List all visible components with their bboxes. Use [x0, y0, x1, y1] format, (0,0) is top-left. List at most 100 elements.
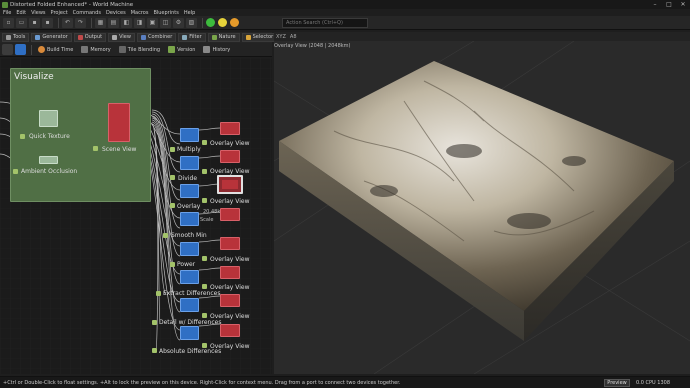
overlay-view-node-7[interactable] — [220, 294, 240, 307]
build-time-button[interactable]: Build Time — [35, 45, 76, 55]
status-bar: +Ctrl or Double-Click to float settings.… — [0, 376, 690, 388]
menu-devices[interactable]: Devices — [106, 10, 126, 16]
power-label: Power — [177, 261, 196, 268]
image-icon[interactable]: ▨ — [186, 17, 197, 28]
overlay-view-label-7: Overlay View — [210, 313, 250, 320]
overlay-view-label-2: Overlay View — [210, 168, 250, 175]
overlay-node[interactable] — [180, 184, 199, 198]
viewport-tool-a8[interactable]: A8 — [290, 34, 297, 40]
smooth-min-node[interactable] — [180, 212, 199, 226]
history-icon — [203, 46, 211, 53]
extract-differences-node[interactable] — [180, 270, 199, 284]
menu-blueprints[interactable]: Blueprints — [153, 10, 178, 16]
checkmark-icon — [168, 46, 176, 53]
graph-toolbar: Build Time Memory Tile Blending Version … — [0, 43, 272, 57]
3d-viewport[interactable] — [274, 41, 690, 374]
menu-edit[interactable]: Edit — [16, 10, 26, 16]
ambient-occlusion-label: Ambient Occlusion — [21, 168, 78, 175]
export-icon[interactable]: ▣ — [147, 17, 158, 28]
combiner-icon — [140, 35, 146, 40]
tab-output[interactable]: Output — [73, 33, 107, 42]
menu-project[interactable]: Project — [51, 10, 68, 16]
layout-icon[interactable]: ▦ — [95, 17, 106, 28]
tab-view[interactable]: View — [108, 33, 135, 42]
build-yellow-icon[interactable] — [218, 18, 227, 27]
power-node[interactable] — [180, 242, 199, 256]
undo-icon[interactable]: ↶ — [62, 17, 73, 28]
detail-differences-node[interactable] — [180, 298, 199, 312]
app-window: Distorted Folded Enhanced* - World Machi… — [0, 0, 690, 388]
tile-blending-button[interactable]: Tile Blending — [116, 45, 163, 55]
overlay-view-node-5[interactable] — [220, 237, 240, 250]
menu-help[interactable]: Help — [184, 10, 195, 16]
menu-commands[interactable]: Commands — [73, 10, 101, 16]
main-toolbar: ▫ ▭ ▪ ▪ ↶ ↷ ▦ ▤ ◧ ◨ ▣ ◫ ⚙ ▨ Action Searc… — [0, 16, 690, 30]
overlay-label: Overlay — [177, 203, 201, 210]
terrain-render — [274, 41, 690, 374]
history-button[interactable]: History — [200, 45, 233, 55]
settings-icon[interactable]: ⚙ — [173, 17, 184, 28]
window-title: Distorted Folded Enhanced* - World Machi… — [10, 1, 134, 8]
action-search-input[interactable]: Action Search (Ctrl+Q) — [282, 18, 368, 28]
tab-tools[interactable]: Tools — [2, 33, 30, 42]
quick-texture-node[interactable] — [39, 110, 58, 127]
maximize-icon[interactable]: □ — [662, 0, 676, 9]
title-bar: Distorted Folded Enhanced* - World Machi… — [0, 0, 690, 9]
memory-button[interactable]: Memory — [78, 45, 113, 55]
viewport-toolbar: XYZ A8 — [274, 32, 690, 41]
version-button[interactable]: Version — [165, 45, 198, 55]
absolute-differences-node[interactable] — [180, 326, 199, 340]
extract-differences-label: Extract Differences — [163, 290, 221, 297]
overlay-view-node-1[interactable] — [220, 122, 240, 135]
tools-icon — [6, 35, 11, 40]
tab-filter[interactable]: Filter — [178, 33, 206, 42]
overlay-view-node-3-selected[interactable] — [217, 175, 243, 194]
tab-generator[interactable]: Generator — [31, 33, 72, 42]
overlay-view-node-6[interactable] — [220, 266, 240, 279]
save-icon[interactable]: ▪ — [29, 17, 40, 28]
memory-icon — [81, 46, 89, 53]
tile-icon[interactable]: ◫ — [160, 17, 171, 28]
overlay-view-node-4[interactable] — [220, 208, 240, 221]
clock-icon — [38, 46, 45, 53]
save-as-icon[interactable]: ▪ — [42, 17, 53, 28]
cpu-readout: 0.0 CPU 1308 — [636, 380, 671, 386]
preview-button[interactable]: Preview — [604, 379, 630, 387]
smooth-min-label: Smooth Min — [171, 232, 207, 239]
tab-selector[interactable]: Selector — [241, 33, 278, 42]
new-file-icon[interactable]: ▫ — [3, 17, 14, 28]
pan-icon[interactable] — [2, 44, 13, 55]
viewport-title: Overlay View (2048 | 2048km) — [274, 43, 351, 49]
grid-icon[interactable]: ▤ — [108, 17, 119, 28]
ambient-occlusion-node[interactable] — [39, 156, 58, 164]
open-folder-icon[interactable]: ▭ — [16, 17, 27, 28]
overlay-view-node-2[interactable] — [220, 150, 240, 163]
menu-macros[interactable]: Macros — [131, 10, 149, 16]
output-icon — [77, 35, 83, 40]
move-icon[interactable] — [15, 44, 26, 55]
divide-label: Divide — [178, 175, 198, 182]
status-hint: +Ctrl or Double-Click to float settings.… — [3, 379, 401, 386]
view-icon[interactable]: ◨ — [134, 17, 145, 28]
build-orange-icon[interactable] — [230, 18, 239, 27]
menu-file[interactable]: File — [3, 10, 11, 16]
tab-combiner[interactable]: Combiner — [136, 33, 177, 42]
overlay-view-label-8: Overlay View — [210, 343, 250, 350]
generator-icon — [35, 35, 41, 40]
scene-view-node[interactable] — [108, 103, 130, 142]
minimize-icon[interactable]: – — [648, 0, 662, 9]
detail-differences-label: Detail w/ Differences — [159, 319, 222, 326]
redo-icon[interactable]: ↷ — [75, 17, 86, 28]
preview-icon[interactable]: ◧ — [121, 17, 132, 28]
selector-icon — [245, 35, 251, 40]
multiply-node[interactable] — [180, 128, 199, 142]
close-icon[interactable]: ✕ — [676, 0, 690, 9]
viewport-tool-xyz[interactable]: XYZ — [276, 34, 286, 40]
divide-node[interactable] — [180, 156, 199, 170]
overlay-view-label-6: Overlay View — [210, 284, 250, 291]
menu-views[interactable]: Views — [31, 10, 45, 16]
tab-nature[interactable]: Nature — [207, 33, 240, 42]
device-graph-canvas[interactable]: Visualize Quick Texture Ambient Occlusio… — [0, 58, 272, 374]
overlay-view-node-8[interactable] — [220, 324, 240, 337]
build-green-icon[interactable] — [206, 18, 215, 27]
